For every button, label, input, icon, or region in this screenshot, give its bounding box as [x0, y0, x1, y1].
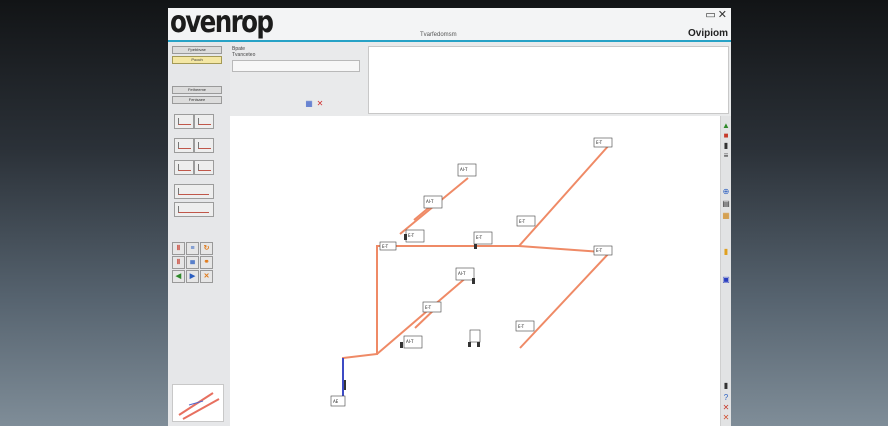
node-n10-label: E-T — [425, 305, 432, 310]
key-icon[interactable]: ▮ — [722, 248, 730, 256]
properties-fields: Bpate Tvanceteo — [232, 46, 360, 72]
node-n11[interactable]: E-T — [515, 320, 535, 332]
left-tool-panel: Fpebbvae Pooch Fetheeme Fenisaee Ⅱ ≡ ↻ Ⅱ… — [168, 42, 231, 426]
node-n9-label: AI-T — [458, 271, 466, 276]
node-n13[interactable]: AE — [330, 395, 346, 407]
node-n2-label: AI-T — [460, 167, 468, 172]
grid-view-icon[interactable]: ▦ — [722, 212, 730, 220]
close-properties-icon[interactable]: ✕ — [316, 100, 324, 108]
node-n10[interactable]: E-T — [422, 301, 442, 313]
help-icon[interactable]: ? — [722, 394, 730, 402]
node-n3-label: AI-T — [426, 199, 434, 204]
move-right-icon[interactable]: ▶ — [186, 270, 199, 283]
info-icon[interactable]: ▣ — [722, 276, 730, 284]
align-icon[interactable]: ≡ — [186, 242, 199, 255]
node-n12-label: AI-T — [406, 339, 414, 344]
riser-tool-icon[interactable] — [174, 184, 214, 199]
pipe-network — [342, 143, 611, 400]
zoom-icon[interactable]: ⊕ — [722, 188, 730, 196]
window-controls: ▭ ✕ — [705, 10, 727, 21]
title-bar: ovenrop Tvarfedomsm Ovipiom ▭ ✕ — [168, 8, 731, 40]
app-window: ovenrop Tvarfedomsm Ovipiom ▭ ✕ Fpebbvae… — [168, 8, 731, 426]
arrow-up-icon[interactable]: ▲ — [722, 122, 730, 130]
pipe-diagram: E-T AI-T AI-T E-T E-T E-T E-T E-T AI-T E… — [330, 137, 613, 407]
node-n9[interactable]: AI-T — [455, 267, 475, 281]
minimap-thumbnail[interactable] — [172, 384, 224, 422]
sort-icon[interactable]: ≡ — [722, 152, 730, 160]
node-n1[interactable]: E-T — [593, 137, 613, 148]
mode-button-2[interactable]: Fetheeme — [172, 86, 222, 94]
node-n7[interactable]: E-T — [379, 241, 397, 251]
node-n4-label: E-T — [519, 219, 526, 224]
node-n4[interactable]: E-T — [516, 215, 536, 227]
radiator-tool-icon[interactable] — [194, 160, 214, 175]
right-icon-strip: ▲ ■ ▮ ≡ ⊕ ▤ ▦ ▮ ▣ ▮ ? ✕ ✕ — [720, 116, 731, 426]
drawing-canvas[interactable]: E-T AI-T AI-T E-T E-T E-T E-T E-T AI-T E… — [230, 116, 720, 426]
link-icon[interactable]: ⚭ — [200, 256, 213, 269]
folder-icon[interactable]: ▤ — [722, 200, 730, 208]
node-n13-label: AE — [333, 399, 339, 404]
minimap-drawing — [178, 392, 220, 420]
document-title: Tvarfedomsm — [420, 32, 457, 38]
tee-tool-icon[interactable] — [174, 138, 194, 153]
node-n5-label: E-T — [408, 233, 415, 238]
lock-icon[interactable]: ■ — [722, 132, 730, 140]
node-n2[interactable]: AI-T — [457, 163, 477, 177]
properties-value: Tvanceteo — [232, 52, 256, 58]
node-n12[interactable]: AI-T — [403, 335, 423, 349]
rotate-icon[interactable]: ↻ — [200, 242, 213, 255]
grid-icon[interactable]: ▦ — [305, 100, 313, 108]
list-icon[interactable]: ≣ — [186, 256, 199, 269]
valve-tool-icon[interactable] — [194, 138, 214, 153]
close-icon[interactable]: ✕ — [718, 10, 727, 21]
node-n6[interactable]: E-T — [473, 231, 493, 245]
exit-icon[interactable]: ✕ — [722, 414, 730, 422]
close-strip-icon[interactable]: ✕ — [722, 404, 730, 412]
print-icon[interactable]: ▮ — [722, 382, 730, 390]
valve-markers — [344, 234, 481, 390]
elbow-tool-icon[interactable] — [194, 114, 214, 129]
node-n3[interactable]: AI-T — [423, 195, 443, 209]
branch-tool-icon[interactable] — [174, 160, 194, 175]
connector-tool-icon[interactable] — [174, 202, 214, 217]
minimize-icon[interactable]: ▭ — [705, 10, 715, 21]
pin-icon[interactable]: ▮ — [722, 142, 730, 150]
notes-area[interactable] — [368, 46, 729, 114]
properties-input[interactable] — [232, 60, 360, 72]
move-left-icon[interactable]: ◀ — [172, 270, 185, 283]
node-n11-label: E-T — [518, 324, 525, 329]
pipe-tool-icon[interactable] — [174, 114, 194, 129]
node-n8[interactable]: E-T — [593, 245, 613, 256]
stop-icon[interactable]: Ⅱ — [172, 256, 185, 269]
node-n6-label: E-T — [476, 235, 483, 240]
properties-strip: Bpate Tvanceteo ▦ ✕ — [230, 42, 731, 117]
node-n5[interactable]: E-T — [405, 229, 425, 243]
node-n1-label: E-T — [596, 140, 603, 145]
mode-button-1[interactable]: Pooch — [172, 56, 222, 64]
node-n8-label: E-T — [596, 248, 603, 253]
app-name: Ovipiom — [687, 28, 728, 39]
mode-button-0[interactable]: Fpebbvae — [172, 46, 222, 54]
node-n7-label: E-T — [382, 244, 389, 249]
mode-button-3[interactable]: Fenisaee — [172, 96, 222, 104]
pause-icon[interactable]: Ⅱ — [172, 242, 185, 255]
app-logo: ovenrop — [170, 8, 274, 40]
delete-tool-icon[interactable]: ✕ — [200, 270, 213, 283]
